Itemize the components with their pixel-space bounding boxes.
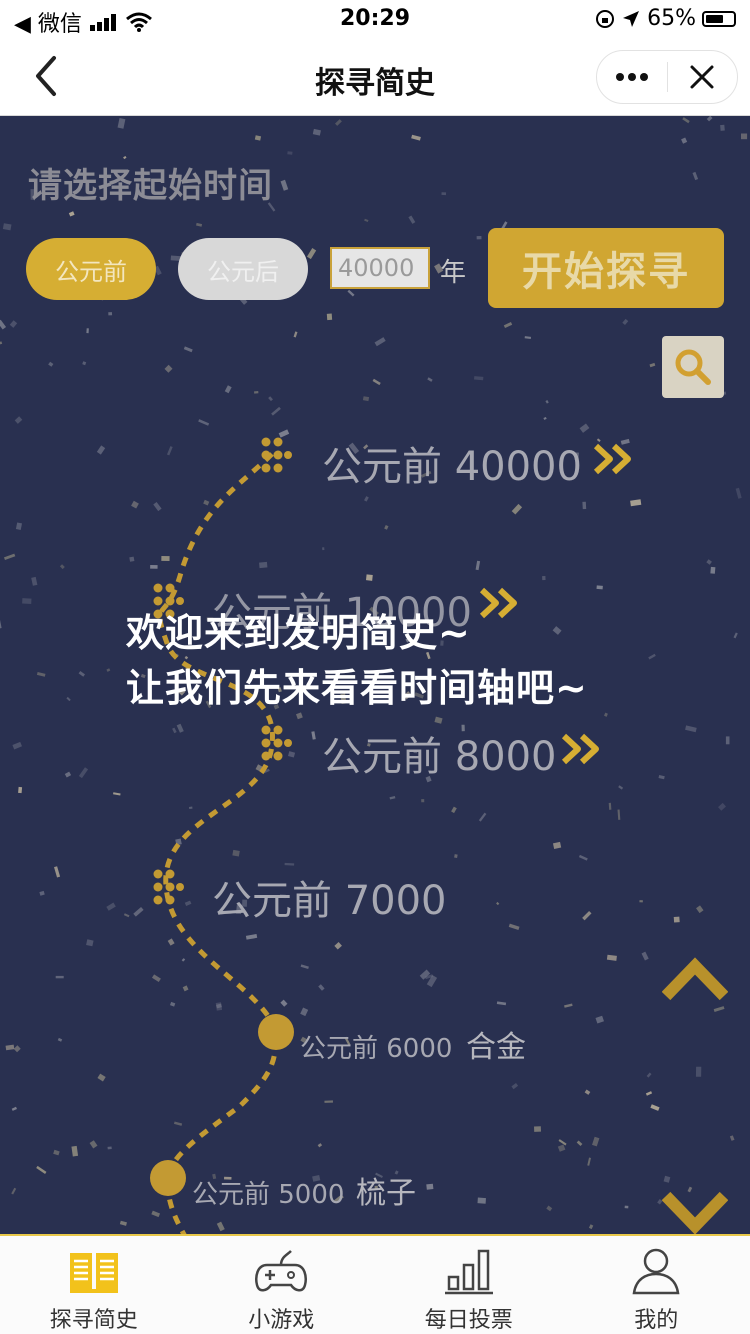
tab-label: 探寻简史 — [49, 1308, 138, 1333]
timeline-label[interactable]: 公元前 8000 — [322, 724, 557, 782]
rotation-lock-icon — [596, 9, 615, 28]
more-button[interactable] — [597, 50, 667, 104]
bar-chart-icon — [441, 1246, 497, 1296]
more-dots-icon — [615, 73, 648, 81]
tab-label: 小游戏 — [248, 1308, 315, 1333]
user-icon — [628, 1246, 684, 1296]
timeline-page: 请选择起始时间 公元前 公元后 年 开始探寻 公元前 40000 公元前 100… — [0, 116, 750, 1234]
welcome-line-2: 让我们先来看看时间轴吧~ — [126, 666, 588, 710]
invention-name[interactable]: 梳子 — [356, 1168, 416, 1212]
battery-percent: 65% — [647, 6, 696, 31]
timeline-node-icon-2[interactable] — [254, 724, 294, 762]
tab-profile[interactable]: 我的 — [563, 1236, 750, 1334]
timeline-node-icon-0[interactable] — [254, 436, 294, 474]
tab-bar: 探寻简史 小游戏 每日投票 我的 — [0, 1234, 750, 1334]
timeline-node-dot-5[interactable] — [148, 1158, 188, 1198]
scroll-up-icon[interactable] — [662, 956, 728, 1008]
battery-icon — [702, 10, 736, 27]
tab-label: 每日投票 — [424, 1308, 513, 1333]
timeline-label[interactable]: 公元前 5000 — [192, 1174, 344, 1211]
timeline-node-dot-4[interactable] — [256, 1012, 296, 1052]
double-chevron-right-icon[interactable] — [592, 442, 638, 476]
double-chevron-right-icon[interactable] — [560, 732, 606, 766]
timeline-label[interactable]: 公元前 6000 — [300, 1028, 452, 1065]
scroll-down-icon[interactable] — [662, 1186, 728, 1234]
nav-bar: 探寻简史 — [0, 40, 750, 116]
battery-fill — [706, 14, 723, 23]
invention-name[interactable]: 合金 — [466, 1022, 526, 1066]
location-icon — [623, 10, 640, 27]
welcome-message: 欢迎来到发明简史~ 让我们先来看看时间轴吧~ — [126, 606, 588, 716]
tab-games[interactable]: 小游戏 — [188, 1236, 376, 1334]
tab-explore[interactable]: 探寻简史 — [0, 1236, 188, 1334]
timeline-node-icon-3[interactable] — [146, 868, 186, 906]
timeline-label[interactable]: 公元前 40000 — [322, 434, 582, 492]
gamepad-icon — [253, 1246, 309, 1296]
welcome-line-1: 欢迎来到发明简史~ — [126, 611, 471, 655]
status-right: 65% — [595, 6, 736, 31]
timeline-label[interactable]: 公元前 7000 — [212, 868, 447, 926]
close-icon — [690, 65, 714, 89]
tab-label: 我的 — [634, 1308, 679, 1333]
tab-vote[interactable]: 每日投票 — [375, 1236, 563, 1334]
close-button[interactable] — [668, 50, 738, 104]
mini-program-capsule — [596, 50, 738, 104]
book-icon — [66, 1246, 122, 1296]
status-bar: ◀ 微信 20:29 65% — [0, 0, 750, 40]
